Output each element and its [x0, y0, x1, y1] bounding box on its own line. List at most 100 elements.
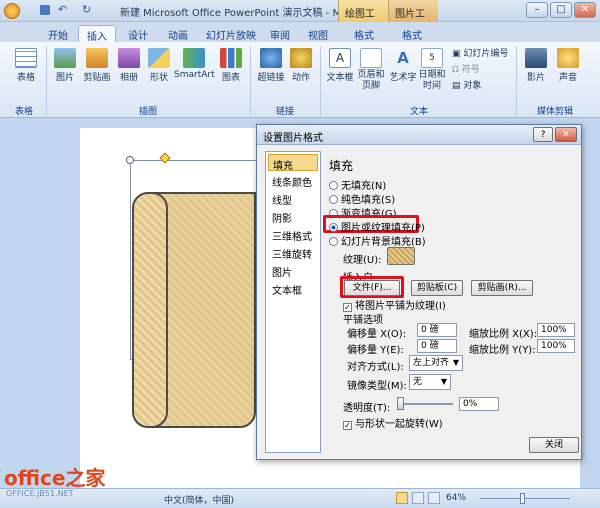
photo-album-button[interactable]: 相册	[114, 48, 144, 83]
date-time-button[interactable]: 5 日期和时间	[418, 48, 446, 92]
radio-solid-fill[interactable]: 纯色填充(S)	[329, 191, 395, 206]
picture-button[interactable]: 图片	[50, 48, 80, 83]
tab-format-picture[interactable]: 格式	[394, 25, 430, 42]
undo-icon[interactable]: ↶	[58, 3, 67, 16]
tile-checkbox[interactable]: ✓ 将图片平铺为纹理(I)	[343, 297, 446, 312]
separator	[250, 46, 251, 116]
calendar-icon: 5	[421, 48, 443, 68]
close-window-button[interactable]: ✕	[574, 2, 596, 18]
slide-number-button[interactable]: ▣ 幻灯片编号	[452, 46, 508, 59]
save-icon[interactable]	[40, 5, 50, 15]
nav-textbox[interactable]: 文本框	[268, 280, 318, 297]
tab-insert[interactable]: 插入	[78, 25, 116, 43]
title-bar: ↶ ↻ 新建 Microsoft Office PowerPoint 演示文稿 …	[0, 0, 600, 35]
tab-home[interactable]: 开始	[40, 25, 76, 42]
help-button[interactable]: ?	[533, 127, 553, 142]
movie-button[interactable]: 影片	[522, 48, 550, 83]
radio-no-fill[interactable]: 无填充(N)	[329, 177, 386, 192]
offset-x-label: 偏移量 X(O):	[347, 329, 407, 340]
maximize-button[interactable]: □	[550, 2, 572, 18]
chart-icon	[220, 48, 242, 68]
group-media: 媒体剪辑	[536, 107, 573, 117]
wordart-button[interactable]: A 艺术字	[388, 48, 418, 83]
scale-y-input[interactable]: 100%	[537, 339, 575, 353]
chart-button[interactable]: 图表	[218, 48, 244, 83]
symbol-button[interactable]: Ω 符号	[452, 62, 480, 75]
group-illustrations: 插图	[138, 107, 157, 117]
nav-shadow[interactable]: 阴影	[268, 208, 318, 225]
rotate-with-shape-checkbox[interactable]: ✓ 与形状一起旋转(W)	[343, 415, 443, 430]
dropdown-arrow-icon: ▼	[452, 358, 459, 367]
offset-y-input[interactable]: 0 磅	[417, 339, 457, 353]
redo-icon[interactable]: ↻	[82, 3, 91, 16]
radio-picture-texture-fill[interactable]: 图片或纹理填充(P)	[329, 219, 425, 234]
office-button-icon[interactable]	[4, 3, 20, 19]
checkbox-checked-icon: ✓	[343, 421, 352, 430]
minimize-button[interactable]: –	[526, 2, 548, 18]
mirror-type-label: 镜像类型(M):	[347, 381, 407, 392]
textbox-button[interactable]: A 文本框	[324, 48, 356, 83]
texture-label: 纹理(U):	[343, 255, 382, 266]
normal-view-icon[interactable]	[396, 492, 408, 504]
nav-3d-format[interactable]: 三维格式	[268, 226, 318, 243]
mirror-type-select[interactable]: 无 ▼	[409, 374, 451, 390]
object-button[interactable]: ▤ 对象	[452, 78, 481, 91]
nav-line-style[interactable]: 线型	[268, 190, 318, 207]
dialog-title: 设置图片格式	[263, 133, 323, 144]
tab-slideshow[interactable]: 幻灯片放映	[198, 25, 264, 42]
clipboard-button[interactable]: 剪贴板(C)	[411, 280, 463, 296]
table-button[interactable]: 表格	[10, 48, 42, 83]
alignment-select[interactable]: 左上对齐 ▼	[409, 355, 463, 371]
sound-icon	[557, 48, 579, 68]
offset-x-input[interactable]: 0 磅	[417, 323, 457, 337]
radio-slide-background-fill[interactable]: 幻灯片背景填充(B)	[329, 233, 426, 248]
radio-icon	[329, 195, 338, 204]
dialog-close-icon[interactable]: ✕	[555, 127, 577, 142]
transparency-slider-thumb[interactable]	[397, 397, 404, 410]
dialog-close-button[interactable]: 关闭	[529, 437, 579, 453]
drawing-tools-context-tab[interactable]: 绘图工具	[338, 0, 388, 35]
tab-view[interactable]: 视图	[300, 25, 336, 42]
clipart-dialog-button[interactable]: 剪贴画(R)...	[471, 280, 533, 296]
resize-handle[interactable]	[126, 156, 134, 164]
logo-main-text: office之家	[4, 466, 106, 490]
nav-fill[interactable]: 填充	[268, 154, 318, 172]
tab-format-drawing[interactable]: 格式	[346, 25, 382, 42]
format-picture-dialog: 设置图片格式 ? ✕ 填充 线条颜色 线型 阴影 三维格式 三维旋转 图片 文本…	[256, 124, 582, 460]
tab-animations[interactable]: 动画	[160, 25, 196, 42]
sound-button[interactable]: 声音	[554, 48, 582, 83]
nav-line-color[interactable]: 线条颜色	[268, 172, 318, 189]
office-home-logo: office之家 OFFICE.JB51.NET	[2, 462, 112, 504]
nav-picture[interactable]: 图片	[268, 262, 318, 279]
slide-sorter-icon[interactable]	[412, 492, 424, 504]
nav-3d-rotation[interactable]: 三维旋转	[268, 244, 318, 261]
texture-picker-button[interactable]	[387, 247, 415, 265]
tab-design[interactable]: 设计	[120, 25, 156, 42]
transparency-input[interactable]: 0%	[459, 397, 499, 411]
separator	[320, 46, 321, 116]
scale-x-input[interactable]: 100%	[537, 323, 575, 337]
group-links: 链接	[275, 107, 294, 117]
zoom-slider-thumb[interactable]	[520, 493, 525, 504]
group-tables: 表格	[14, 107, 33, 117]
hyperlink-button[interactable]: 超链接	[256, 48, 286, 83]
zoom-slider[interactable]	[480, 498, 570, 499]
scale-y-label: 缩放比例 Y(Y):	[469, 345, 536, 356]
smartart-button[interactable]: SmartArt	[174, 48, 215, 80]
header-footer-button[interactable]: 页眉和页脚	[356, 48, 386, 92]
file-button[interactable]: 文件(F)...	[344, 280, 400, 296]
clipart-button[interactable]: 剪贴画	[82, 48, 112, 83]
album-icon	[118, 48, 140, 68]
ribbon-tabs: 开始 插入 设计 动画 幻灯片放映 审阅 视图 格式 格式	[0, 22, 600, 43]
offset-y-label: 偏移量 Y(E):	[347, 345, 404, 356]
slideshow-view-icon[interactable]	[428, 492, 440, 504]
language-status: 中文(简体，中国)	[164, 496, 235, 506]
action-icon	[290, 48, 312, 68]
picture-tools-context-tab[interactable]: 图片工具	[388, 0, 438, 35]
textbox-icon: A	[329, 48, 351, 68]
tab-review[interactable]: 审阅	[262, 25, 298, 42]
logo-sub-text: OFFICE.JB51.NET	[6, 489, 74, 498]
shapes-button[interactable]: 形状	[144, 48, 174, 83]
action-button[interactable]: 动作	[288, 48, 314, 83]
transparency-slider-track[interactable]	[397, 403, 453, 405]
